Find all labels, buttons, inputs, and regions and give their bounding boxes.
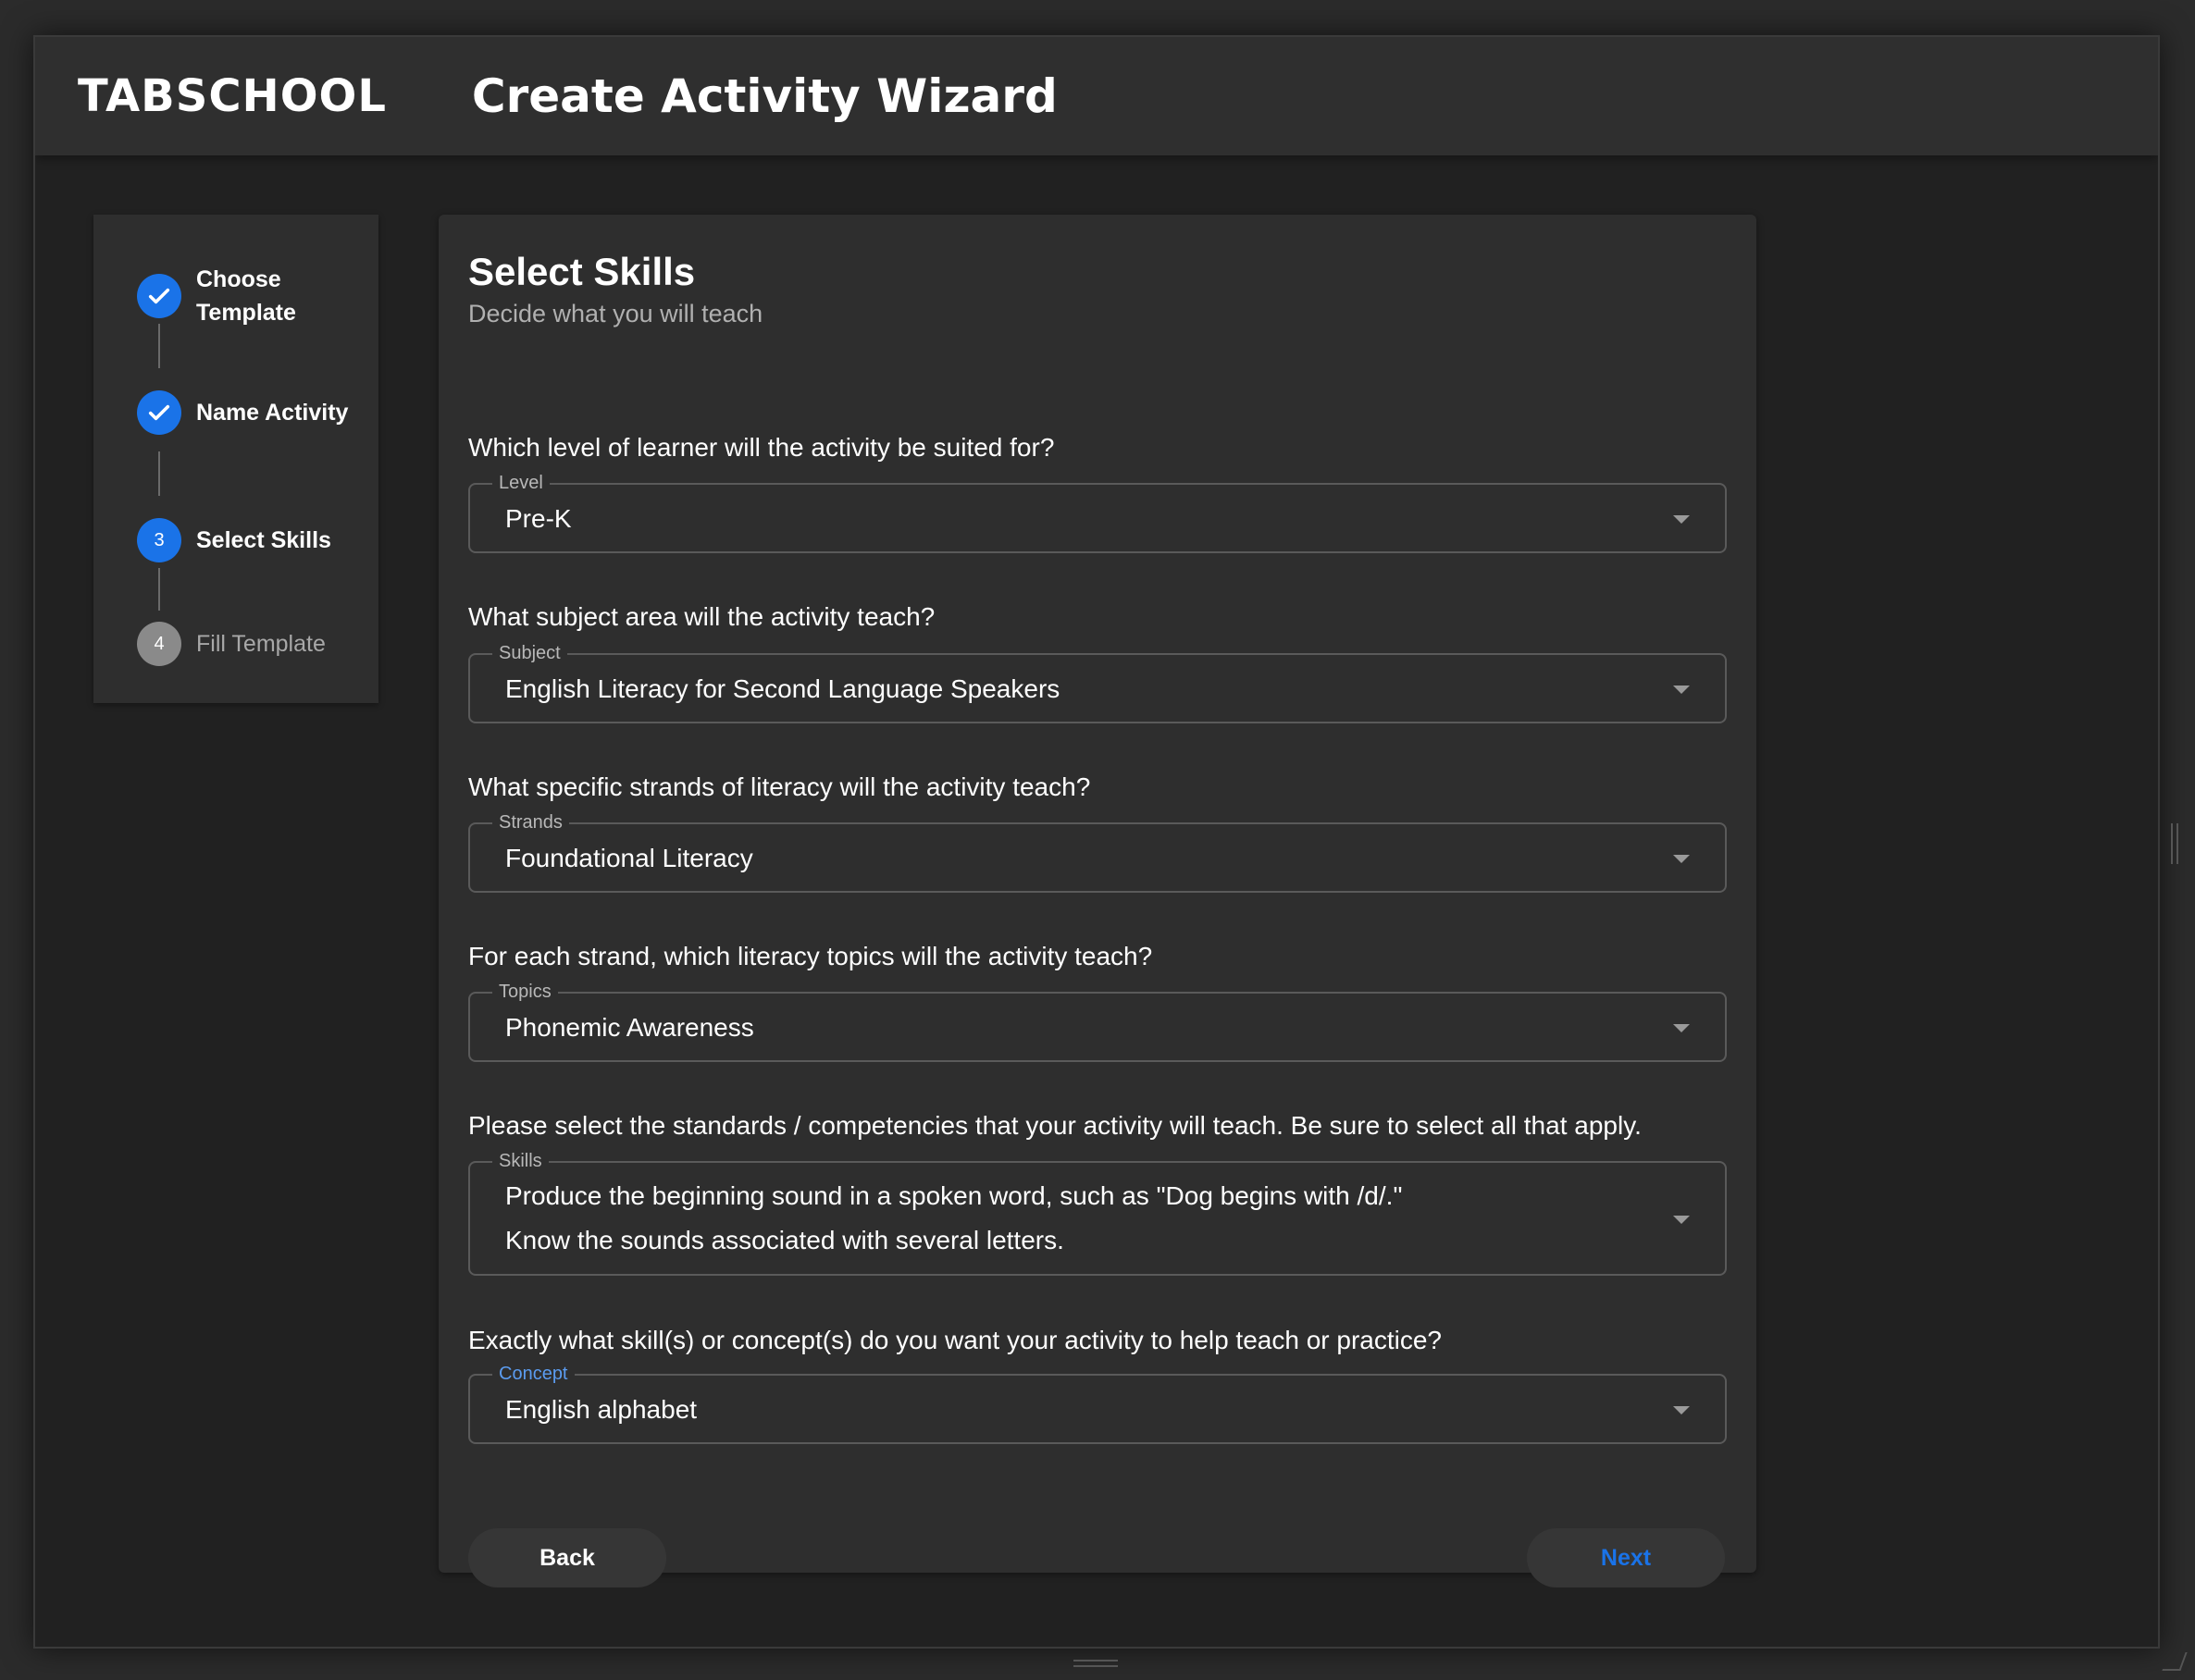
- concept-label: Concept: [492, 1363, 575, 1385]
- step-name-activity[interactable]: Name Activity: [137, 390, 381, 435]
- chevron-down-icon: [1673, 1216, 1690, 1224]
- step-connector: [158, 451, 160, 496]
- select-skills-card: Select Skills Decide what you will teach…: [439, 215, 1756, 1587]
- level-label: Level: [492, 472, 550, 494]
- concept-value: English alphabet: [505, 1395, 698, 1424]
- chevron-down-icon: [1673, 1406, 1690, 1414]
- step-number: 3: [137, 518, 181, 562]
- topics-question: For each strand, which literacy topics w…: [468, 942, 1153, 970]
- skills-question: Please select the standards / competenci…: [468, 1111, 1642, 1140]
- topics-value: Phonemic Awareness: [505, 1013, 754, 1042]
- topics-label: Topics: [492, 981, 558, 1003]
- skills-label: Skills: [492, 1150, 549, 1172]
- step-fill-template[interactable]: 4 Fill Template: [137, 622, 381, 666]
- strands-select[interactable]: Strands Foundational Literacy: [468, 811, 1727, 893]
- chevron-down-icon: [1673, 686, 1690, 694]
- step-number: 4: [137, 622, 181, 666]
- chevron-down-icon: [1673, 515, 1690, 524]
- skills-select[interactable]: Skills Produce the beginning sound in a …: [468, 1150, 1727, 1276]
- check-icon: [137, 274, 181, 318]
- wizard-stepper: Choose Template Name Activity 3 Select S…: [93, 215, 378, 703]
- level-value: Pre-K: [505, 504, 572, 533]
- step-label: Select Skills: [196, 527, 331, 553]
- subject-select[interactable]: Subject English Literacy for Second Lang…: [468, 642, 1727, 723]
- topics-select[interactable]: Topics Phonemic Awareness: [468, 981, 1727, 1062]
- subject-value: English Literacy for Second Language Spe…: [505, 674, 1060, 703]
- strands-label: Strands: [492, 811, 569, 834]
- step-select-skills[interactable]: 3 Select Skills: [137, 518, 381, 562]
- window-corner-resize-handle[interactable]: [2162, 1652, 2188, 1671]
- skills-value-2: Know the sounds associated with several …: [505, 1226, 1064, 1254]
- chevron-down-icon: [1673, 855, 1690, 863]
- card-subtitle: Decide what you will teach: [468, 300, 763, 327]
- next-button[interactable]: Next: [1527, 1528, 1725, 1587]
- page-title: Create Activity Wizard: [471, 69, 1058, 123]
- window-side-resize-handle[interactable]: [2171, 823, 2178, 864]
- window-bottom-resize-handle[interactable]: [1073, 1660, 1118, 1667]
- subject-question: What subject area will the activity teac…: [468, 602, 936, 631]
- concept-question: Exactly what skill(s) or concept(s) do y…: [468, 1326, 1442, 1354]
- brand-logo: TABSCHOOL: [78, 70, 387, 122]
- level-question: Which level of learner will the activity…: [468, 433, 1055, 462]
- concept-select[interactable]: Concept English alphabet: [468, 1363, 1727, 1444]
- chevron-down-icon: [1673, 1024, 1690, 1032]
- app-window: TABSCHOOL Create Activity Wizard Choose …: [33, 35, 2160, 1649]
- step-connector: [158, 324, 160, 368]
- step-label: Name Activity: [196, 400, 349, 426]
- check-icon: [137, 390, 181, 435]
- strands-value: Foundational Literacy: [505, 844, 753, 872]
- level-select[interactable]: Level Pre-K: [468, 472, 1727, 553]
- step-label: Fill Template: [196, 631, 326, 657]
- step-choose-template[interactable]: Choose Template: [137, 263, 381, 329]
- step-connector: [158, 568, 160, 611]
- strands-question: What specific strands of literacy will t…: [468, 772, 1091, 801]
- app-bar: TABSCHOOL Create Activity Wizard: [35, 37, 2158, 155]
- back-button[interactable]: Back: [468, 1528, 666, 1587]
- subject-label: Subject: [492, 642, 567, 664]
- card-title: Select Skills: [468, 250, 696, 293]
- step-label: Choose Template: [196, 266, 296, 326]
- skills-value-1: Produce the beginning sound in a spoken …: [505, 1181, 1403, 1210]
